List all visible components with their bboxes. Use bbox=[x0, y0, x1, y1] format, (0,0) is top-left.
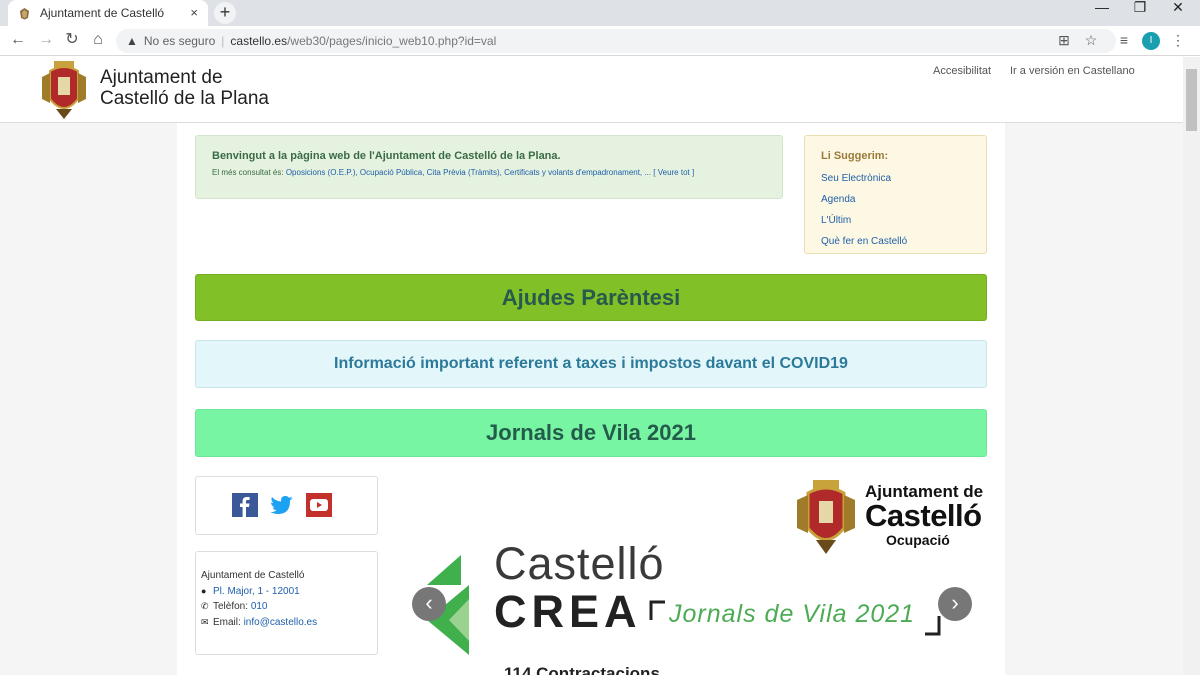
url-path: /web30/pages/inicio_web10.php?id=val bbox=[287, 34, 497, 48]
page-viewport: Ajuntament de Castelló de la Plana Acces… bbox=[0, 57, 1200, 675]
carousel-next-button[interactable]: › bbox=[938, 587, 972, 621]
facebook-icon[interactable] bbox=[232, 493, 258, 517]
browser-toolbar: ← → ↻ ⌂ ▲ No es seguro | castello.es/web30/… bbox=[0, 26, 1200, 56]
email-label: Email: bbox=[213, 616, 241, 628]
browser-tab[interactable]: Ajuntament de Castelló × bbox=[8, 0, 208, 26]
welcome-title: Benvingut a la pàgina web de l'Ajuntamen… bbox=[212, 150, 561, 162]
contact-box: Ajuntament de Castelló ● Pl. Major, 1 - 1… bbox=[195, 551, 378, 655]
address-bar[interactable]: ▲ No es seguro | castello.es/web30/pages/in… bbox=[116, 29, 1116, 53]
ajuntament-logo-line2: Castelló bbox=[865, 498, 982, 533]
youtube-icon[interactable] bbox=[306, 493, 332, 517]
social-box bbox=[195, 476, 378, 535]
not-secure-label[interactable]: No es seguro bbox=[144, 34, 215, 48]
media-queue-icon[interactable]: ≡ bbox=[1114, 30, 1134, 50]
most-consulted-links[interactable]: Oposicions (O.E.P.), Ocupació Pública, C… bbox=[286, 168, 651, 177]
contact-email-row: ✉ Email: info@castello.es bbox=[201, 615, 372, 631]
ajudes-banner[interactable]: Ajudes Parèntesi bbox=[195, 274, 987, 321]
castellano-link[interactable]: Ir a versión en Castellano bbox=[1010, 65, 1135, 77]
suggestions-title: Li Suggerim: bbox=[821, 150, 889, 162]
welcome-box: Benvingut a la pàgina web de l'Ajuntamen… bbox=[195, 135, 783, 199]
most-consulted-line: El més consultat és: Oposicions (O.E.P.)… bbox=[212, 168, 766, 177]
back-icon[interactable]: ← bbox=[8, 30, 28, 50]
vertical-scrollbar[interactable] bbox=[1183, 57, 1200, 675]
profile-avatar[interactable]: I bbox=[1142, 32, 1160, 50]
scrollbar-thumb[interactable] bbox=[1186, 69, 1197, 131]
forward-icon[interactable]: → bbox=[36, 30, 56, 50]
phone-label: Telèfon: bbox=[213, 601, 249, 612]
contact-phone[interactable]: 010 bbox=[251, 601, 268, 612]
castello-crea-word1: Castelló bbox=[494, 538, 665, 589]
minimize-icon[interactable]: — bbox=[1087, 0, 1117, 20]
favicon-crest-icon bbox=[20, 7, 29, 19]
envelope-icon: ✉ bbox=[201, 616, 209, 627]
contact-address[interactable]: Pl. Major, 1 - 12001 bbox=[213, 586, 300, 597]
carousel-prev-button[interactable]: ‹ bbox=[412, 587, 446, 621]
restore-icon[interactable]: ❐ bbox=[1125, 0, 1155, 20]
tagline-bracket-icon bbox=[649, 600, 941, 636]
site-name[interactable]: Ajuntament de Castelló de la Plana bbox=[100, 67, 269, 109]
twitter-icon[interactable] bbox=[269, 493, 295, 517]
covid-banner[interactable]: Informació important referent a taxes i … bbox=[195, 340, 987, 388]
tab-strip: Ajuntament de Castelló × + — ❐ ✕ bbox=[0, 0, 1200, 26]
suggestion-que-fer[interactable]: Què fer en Castelló bbox=[821, 231, 970, 252]
new-tab-button[interactable]: + bbox=[214, 2, 236, 24]
reload-icon[interactable]: ↻ bbox=[62, 30, 82, 50]
contact-email[interactable]: info@castello.es bbox=[244, 617, 318, 628]
translate-icon[interactable]: ⊞ bbox=[1054, 30, 1074, 50]
most-consulted-prefix: El més consultat és: bbox=[212, 168, 284, 177]
main-content: Benvingut a la pàgina web de l'Ajuntamen… bbox=[177, 123, 1005, 675]
ajuntament-crest-icon bbox=[797, 480, 855, 554]
green-arrow-icon bbox=[427, 555, 461, 585]
carousel-caption: 114 Contractacions bbox=[504, 664, 660, 675]
ajuntament-logo-line3: Ocupació bbox=[886, 532, 950, 548]
jornals-banner[interactable]: Jornals de Vila 2021 bbox=[195, 409, 987, 457]
suggestion-agenda[interactable]: Agenda bbox=[821, 189, 970, 210]
contact-phone-row: ✆ Telèfon: 010 bbox=[201, 599, 372, 615]
bookmark-star-icon[interactable]: ☆ bbox=[1081, 30, 1101, 50]
warning-icon[interactable]: ▲ bbox=[126, 34, 138, 48]
accessibility-link[interactable]: Accesibilitat bbox=[933, 65, 991, 77]
menu-kebab-icon[interactable]: ⋮ bbox=[1168, 30, 1188, 50]
site-name-line2: Castelló de la Plana bbox=[100, 88, 269, 109]
site-header: Ajuntament de Castelló de la Plana Acces… bbox=[0, 57, 1183, 123]
phone-icon: ✆ bbox=[201, 601, 209, 611]
city-crest-icon[interactable] bbox=[36, 59, 92, 121]
castello-crea-word2: CREA bbox=[494, 586, 642, 637]
address-separator: | bbox=[221, 34, 225, 48]
suggestion-seu-electronica[interactable]: Seu Electrònica bbox=[821, 168, 970, 189]
url-host: castello.es bbox=[230, 34, 288, 48]
contact-name: Ajuntament de Castelló bbox=[201, 570, 305, 581]
suggestion-ultim[interactable]: L'Últim bbox=[821, 210, 970, 231]
see-all-link[interactable]: [ Veure tot ] bbox=[653, 168, 694, 177]
image-carousel[interactable]: Ajuntament de Castelló Ocupació Castelló… bbox=[399, 476, 987, 675]
home-icon[interactable]: ⌂ bbox=[88, 30, 108, 50]
contact-address-row: ● Pl. Major, 1 - 12001 bbox=[201, 584, 372, 600]
close-window-icon[interactable]: ✕ bbox=[1163, 0, 1193, 20]
site-name-line1: Ajuntament de bbox=[100, 67, 223, 88]
suggestions-box: Li Suggerim: Seu Electrònica Agenda L'Úl… bbox=[804, 135, 987, 254]
tab-close-icon[interactable]: × bbox=[190, 5, 198, 20]
map-marker-icon: ● bbox=[201, 585, 207, 596]
tab-title: Ajuntament de Castelló bbox=[40, 6, 165, 20]
